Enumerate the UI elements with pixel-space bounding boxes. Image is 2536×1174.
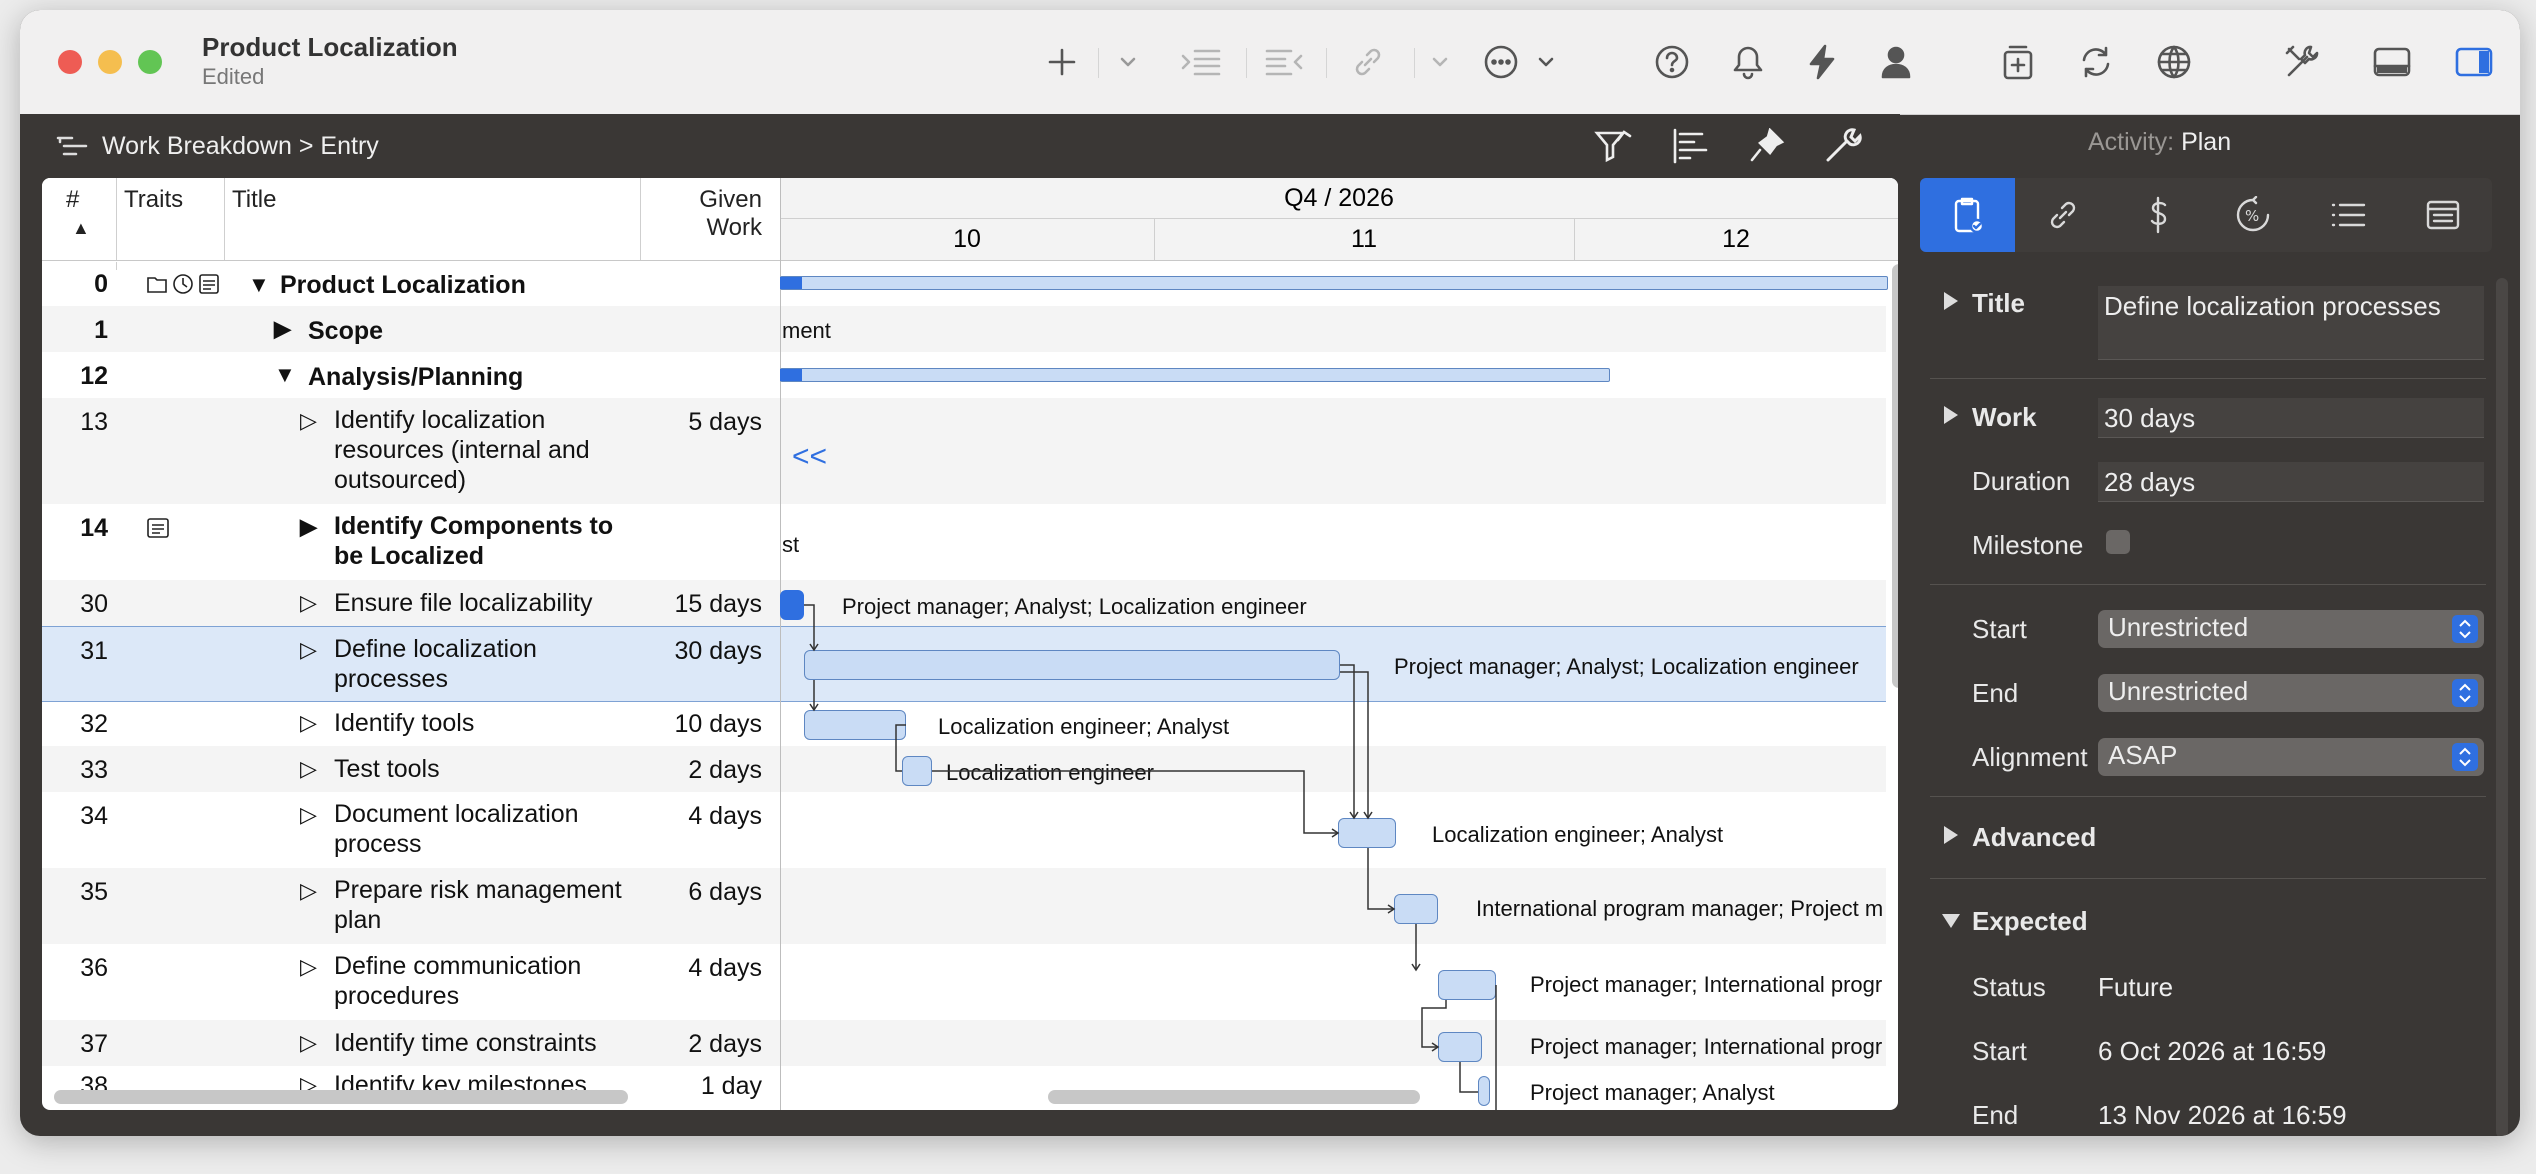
expected-start-label: Start <box>1972 1036 2027 1066</box>
disclosure-title-icon[interactable] <box>1944 292 1958 310</box>
zoom-window-button[interactable] <box>138 50 162 74</box>
wrench-icon[interactable] <box>1824 128 1864 169</box>
more-icon[interactable] <box>1478 40 1524 84</box>
breadcrumb: Work Breakdown > Entry <box>20 114 1900 174</box>
alignment-label: Alignment <box>1972 742 2088 772</box>
inspector-tabs: % <box>1920 178 2492 252</box>
activity-indicator: Activity: Plan <box>2088 128 2231 157</box>
duration-label: Duration <box>1972 466 2071 496</box>
svg-text:%: % <box>2245 207 2259 225</box>
document-title: Product Localization <box>202 32 458 62</box>
link-icon[interactable] <box>1346 40 1390 84</box>
start-label: Start <box>1972 614 2027 644</box>
tab-link-icon[interactable] <box>2015 178 2110 252</box>
tools-icon[interactable] <box>2280 40 2324 84</box>
tab-progress-icon[interactable]: % <box>2205 178 2300 252</box>
pin-icon[interactable] <box>1748 127 1788 169</box>
tab-cost-icon[interactable] <box>2110 178 2205 252</box>
alignment-value: ASAP <box>2108 740 2178 770</box>
gantt-horizontal-scrollbar[interactable] <box>1048 1090 1420 1104</box>
start-constraint-select[interactable]: Unrestricted <box>2098 610 2484 648</box>
status-value: Future <box>2098 972 2174 1002</box>
indent-icon[interactable] <box>1178 40 1224 84</box>
work-label: Work <box>1972 402 2037 432</box>
status-label: Status <box>1972 972 2046 1002</box>
select-arrows-icon <box>2452 679 2478 707</box>
outline-icon <box>56 134 90 167</box>
expected-end-label: End <box>1972 1100 2019 1130</box>
add-calendar-icon[interactable] <box>1996 40 2040 84</box>
expected-label[interactable]: Expected <box>1972 906 2088 937</box>
chevron-down-icon[interactable] <box>1114 40 1142 84</box>
outdent-icon[interactable] <box>1262 40 1308 84</box>
expected-start-value: 6 Oct 2026 at 16:59 <box>2098 1036 2327 1066</box>
activity-value: Plan <box>2181 128 2232 156</box>
duration-field[interactable]: 28 days <box>2098 462 2484 502</box>
end-label: End <box>1972 678 2019 708</box>
side-panel-icon[interactable] <box>2452 40 2496 84</box>
end-constraint-select[interactable]: Unrestricted <box>2098 674 2484 712</box>
end-constraint-value: Unrestricted <box>2108 676 2249 706</box>
select-arrows-icon <box>2452 743 2478 771</box>
inspector-panel: % Title Define localization processes Wo… <box>1920 178 2510 1136</box>
breadcrumb-separator: > <box>298 132 314 160</box>
tab-clipboard-icon[interactable] <box>1920 178 2015 252</box>
bell-icon[interactable] <box>1726 40 1770 84</box>
chevron-down-icon[interactable] <box>1532 40 1560 84</box>
disclosure-expected-icon[interactable] <box>1942 914 1960 928</box>
title-field[interactable]: Define localization processes <box>2098 286 2484 360</box>
milestone-label: Milestone <box>1972 530 2084 560</box>
title-label: Title <box>1972 288 2025 318</box>
outline-table: # ▲ Traits Title Given Work Q4 / 2026 10… <box>42 178 1898 1110</box>
title-bar: Product Localization Edited <box>20 10 2520 115</box>
gantt-icon[interactable] <box>1672 128 1712 169</box>
plus-icon[interactable] <box>1040 40 1084 84</box>
globe-icon[interactable] <box>2152 40 2196 84</box>
document-status: Edited <box>202 64 265 89</box>
lightning-icon[interactable] <box>1800 40 1844 84</box>
expected-end-value: 13 Nov 2026 at 16:59 <box>2098 1100 2347 1130</box>
disclosure-advanced-icon[interactable] <box>1944 826 1958 844</box>
table-horizontal-scrollbar[interactable] <box>54 1090 628 1104</box>
app-window: Product Localization Edited Work Breakdo… <box>20 10 2520 1136</box>
alignment-select[interactable]: ASAP <box>2098 738 2484 776</box>
dependency-connectors <box>804 604 1497 1110</box>
work-field[interactable]: 30 days <box>2098 398 2484 438</box>
inspector-scrollbar[interactable] <box>2496 278 2508 1136</box>
disclosure-work-icon[interactable] <box>1944 406 1958 424</box>
close-window-button[interactable] <box>58 50 82 74</box>
filter-icon[interactable] <box>1594 128 1634 169</box>
sync-icon[interactable] <box>2074 40 2118 84</box>
breadcrumb-root[interactable]: Work Breakdown <box>102 132 292 160</box>
start-constraint-value: Unrestricted <box>2108 612 2249 642</box>
bottom-panel-icon[interactable] <box>2370 40 2414 84</box>
tab-notes-icon[interactable] <box>2395 178 2490 252</box>
activity-label: Activity: <box>2088 128 2175 156</box>
minimize-window-button[interactable] <box>98 50 122 74</box>
help-icon[interactable] <box>1650 40 1694 84</box>
select-arrows-icon <box>2452 615 2478 643</box>
vertical-scrollbar[interactable] <box>1892 264 1898 688</box>
breadcrumb-path[interactable]: Work Breakdown > Entry <box>102 132 379 161</box>
chevron-down-icon[interactable] <box>1426 40 1454 84</box>
advanced-label[interactable]: Advanced <box>1972 822 2096 853</box>
person-icon[interactable] <box>1874 40 1918 84</box>
breadcrumb-current[interactable]: Entry <box>320 132 378 160</box>
tab-list-icon[interactable] <box>2300 178 2395 252</box>
milestone-checkbox[interactable] <box>2106 530 2130 554</box>
